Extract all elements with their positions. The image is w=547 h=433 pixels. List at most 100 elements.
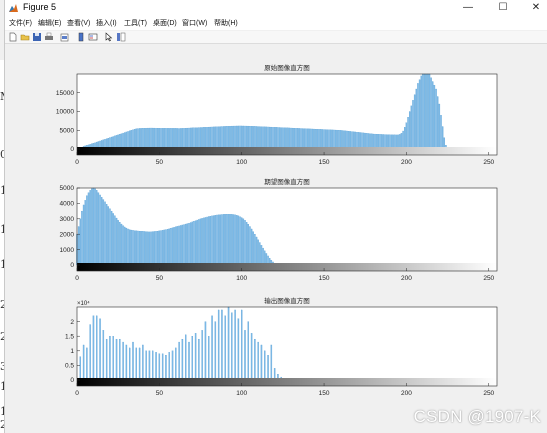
minimize-button[interactable]: — — [458, 0, 478, 17]
histogram-bar — [247, 321, 250, 381]
histogram-bar — [264, 126, 266, 150]
y-tick-label: 10000 — [56, 109, 74, 116]
print-preview-icon[interactable] — [60, 32, 70, 42]
menu-file[interactable]: 文件(F) — [9, 18, 32, 28]
histogram-bar — [208, 216, 210, 266]
histogram-bar — [173, 128, 175, 150]
histogram-bar — [260, 344, 263, 381]
y-tick-label: 0 — [70, 262, 74, 269]
histogram-bar — [130, 229, 133, 266]
histogram-bar — [175, 226, 177, 266]
open-file-icon[interactable] — [20, 32, 30, 42]
y-tick-label: 0.5 — [65, 363, 74, 370]
histogram-bar — [422, 73, 424, 150]
histogram-bar — [82, 204, 85, 266]
maximize-button[interactable]: ☐ — [493, 0, 513, 17]
histogram-bar — [133, 230, 136, 266]
histogram-bar — [318, 129, 320, 150]
histogram-bar — [380, 134, 383, 150]
histogram-bar — [298, 128, 301, 150]
histogram-bar — [135, 230, 138, 266]
histogram-bar — [420, 75, 422, 150]
histogram-bar — [117, 220, 119, 266]
histogram-bar — [212, 126, 215, 150]
histogram-bar — [249, 126, 251, 150]
histogram-bar — [288, 127, 291, 150]
y-axis-multiplier: ×10⁴ — [77, 300, 90, 307]
histogram-bar — [158, 353, 161, 381]
menu-window[interactable]: 窗口(W) — [182, 18, 207, 28]
histogram-bar — [234, 214, 236, 266]
histogram-bar — [181, 128, 184, 150]
close-button[interactable]: ✕ — [526, 0, 546, 17]
histogram-bar — [115, 338, 118, 381]
histogram-bar — [112, 213, 114, 266]
histogram-bar — [135, 347, 138, 381]
save-icon[interactable] — [32, 32, 42, 42]
menu-desktop[interactable]: 桌面(D) — [153, 18, 177, 28]
zoom-colorbar-icon[interactable] — [76, 32, 86, 42]
histogram-bar — [94, 188, 96, 266]
histogram-bar — [168, 228, 170, 266]
histogram-bar — [199, 218, 202, 266]
property-editor-icon[interactable] — [116, 32, 126, 42]
histogram-bar — [260, 126, 263, 150]
histogram-bar — [107, 206, 110, 266]
histogram-bar — [227, 306, 230, 381]
histogram-bar — [186, 127, 189, 150]
histogram-bar — [227, 214, 230, 266]
histogram-bar — [418, 79, 421, 150]
histogram-bar — [145, 231, 147, 266]
histogram-title: 原始图像直方图 — [264, 63, 310, 72]
histogram-bar — [267, 355, 269, 381]
histogram-bar — [264, 250, 266, 266]
histogram-bar — [133, 129, 136, 150]
menu-help[interactable]: 帮助(H) — [214, 18, 238, 28]
histogram-bar — [351, 131, 353, 150]
new-figure-icon[interactable] — [8, 32, 18, 42]
histogram-bar — [326, 129, 329, 150]
histogram-bar — [245, 125, 248, 150]
x-tick-label: 150 — [319, 275, 330, 282]
histogram-bar — [264, 350, 266, 381]
grayscale-colorbar — [77, 147, 497, 155]
histogram-bar — [217, 309, 220, 381]
histogram-bar — [153, 231, 156, 266]
histogram-bar — [427, 73, 429, 150]
histogram-bar — [208, 336, 210, 381]
histogram-bar — [250, 333, 253, 381]
histogram-bar — [208, 126, 210, 150]
title-bar[interactable]: Figure 5 — ☐ ✕ — [5, 0, 547, 17]
histogram-bar — [244, 330, 246, 381]
y-tick-label: 1 — [70, 348, 74, 355]
histogram-bar — [395, 134, 398, 150]
x-tick-label: 150 — [319, 390, 330, 397]
histogram-bar — [214, 215, 217, 266]
histogram-bar — [231, 125, 233, 150]
histogram-bar — [194, 220, 197, 266]
histogram-bar — [249, 226, 251, 266]
menu-insert[interactable]: 插入(I) — [96, 18, 117, 28]
y-tick-label: 5000 — [60, 185, 75, 192]
histogram-bar — [171, 128, 174, 150]
histogram-bar — [231, 312, 233, 381]
menu-view[interactable]: 查看(V) — [67, 18, 90, 28]
pointer-arrow-icon[interactable] — [104, 32, 114, 42]
histogram-bar — [229, 214, 231, 266]
histogram-bar — [109, 336, 111, 381]
insert-legend-icon[interactable] — [88, 32, 98, 42]
histogram-bar — [305, 128, 307, 150]
histogram-bar — [247, 125, 250, 150]
menu-edit[interactable]: 编辑(E) — [38, 18, 61, 28]
histogram-bar — [138, 230, 141, 266]
histogram-bar — [255, 236, 258, 266]
histogram-bar — [189, 222, 192, 266]
histogram-bar — [219, 126, 222, 150]
figure-window: Figure 5 — ☐ ✕ 文件(F) 编辑(E) 查看(V) 插入(I) 工… — [4, 0, 547, 433]
histogram-bar — [186, 223, 189, 266]
histogram-bar — [145, 350, 147, 381]
histogram-bar — [140, 128, 142, 150]
histogram-bar — [239, 216, 241, 266]
print-icon[interactable] — [44, 32, 54, 42]
menu-tools[interactable]: 工具(T) — [124, 18, 147, 28]
